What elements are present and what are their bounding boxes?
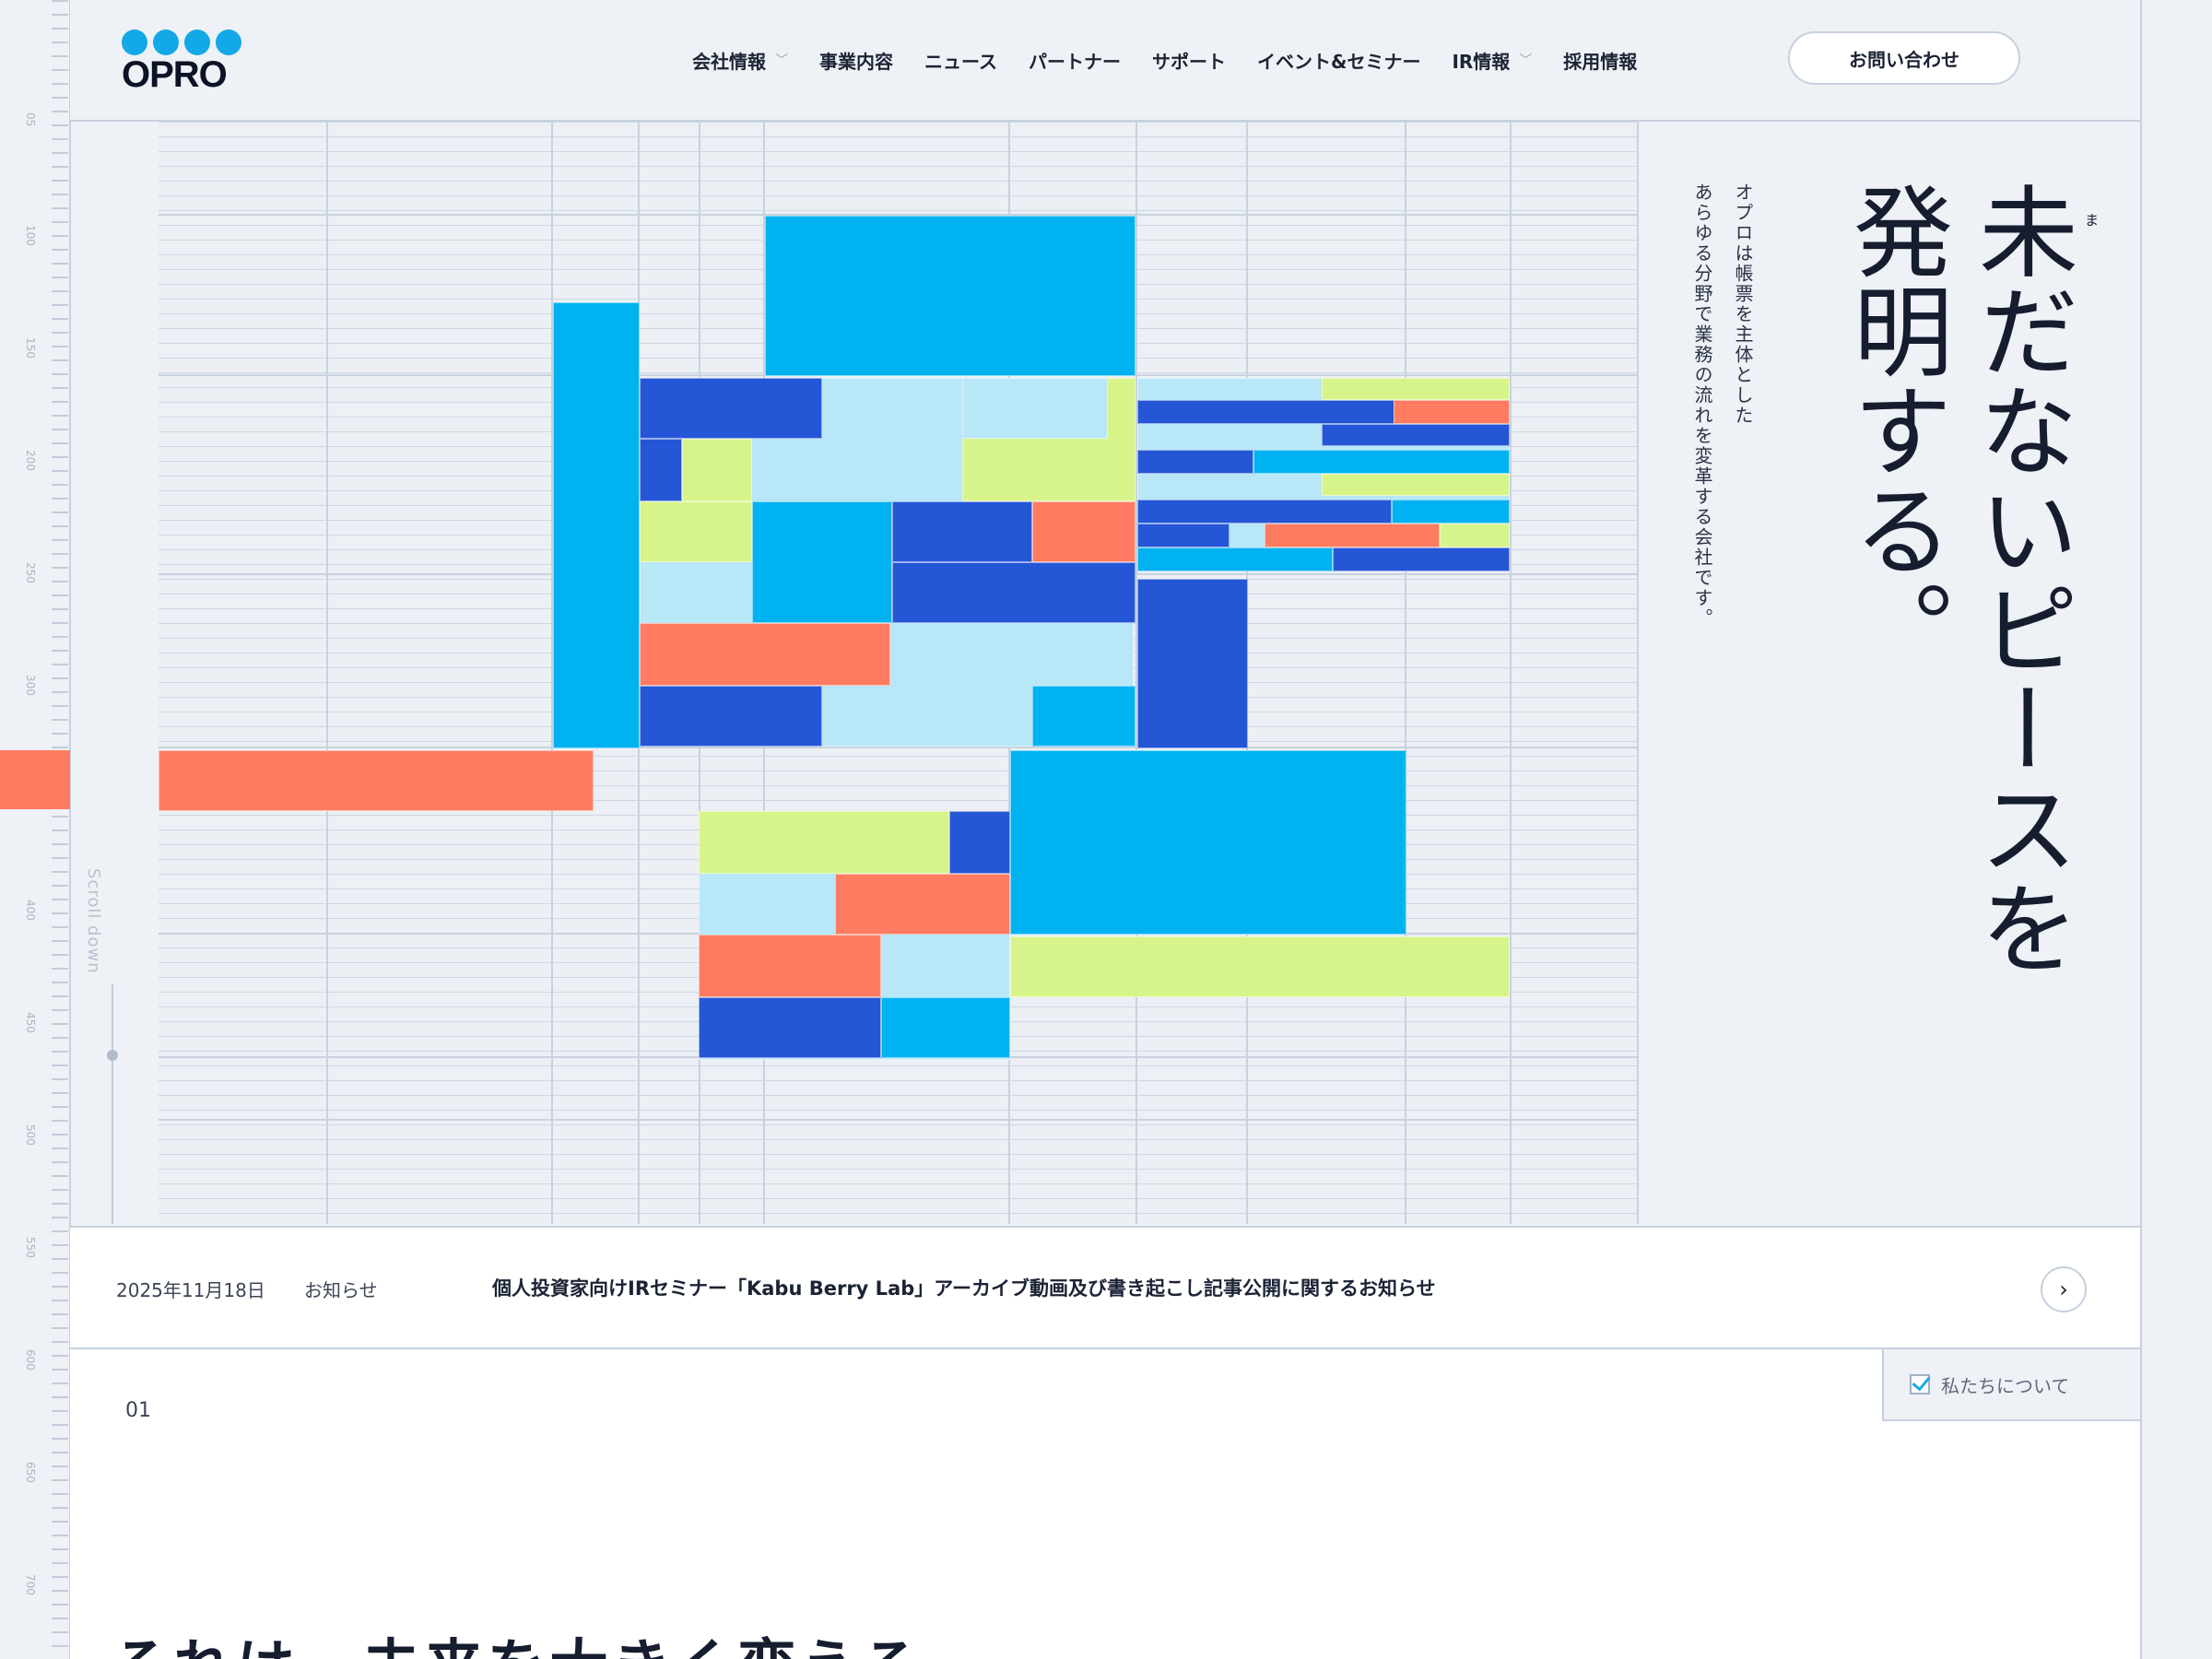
- piece-block: [640, 623, 890, 686]
- ruler-number: 150: [24, 337, 37, 359]
- piece-block: [640, 686, 822, 747]
- piece-block: [1394, 400, 1510, 424]
- piece-block: [640, 378, 822, 439]
- nav-label: 採用情報: [1563, 50, 1638, 73]
- ruler-number: 400: [24, 900, 37, 921]
- piece-block: [1440, 524, 1510, 547]
- piece-block: [682, 439, 752, 501]
- ruler-number: 250: [24, 562, 37, 583]
- about-us-tab[interactable]: 私たちについて: [1882, 1349, 2140, 1421]
- piece-block: [892, 501, 1032, 562]
- hero-artwork: [159, 122, 1639, 1224]
- piece-block: [892, 562, 1135, 623]
- hero-tagline-line1: 未だないピースを: [1962, 181, 2077, 977]
- ruler-number: 700: [24, 1574, 37, 1595]
- nav-item-ir[interactable]: IR情報 ﹀: [1452, 47, 1532, 74]
- nav-item-events[interactable]: イベント&セミナー: [1257, 47, 1420, 74]
- ruler-number: 05: [24, 112, 37, 127]
- piece-block: [159, 750, 594, 811]
- nav-label: パートナー: [1029, 50, 1121, 73]
- piece-block: [1253, 450, 1510, 474]
- section-heading: それは、未来を大きく変える: [111, 1620, 924, 1659]
- hero-subtext-line1: オプロは帳票を主体とした: [1732, 182, 1754, 426]
- nav-item-news[interactable]: ニュース: [924, 47, 997, 74]
- ruler-number: 550: [24, 1237, 37, 1258]
- checkbox-icon: [1910, 1374, 1930, 1394]
- piece-block: [765, 216, 1135, 376]
- piece-block: [1137, 547, 1333, 571]
- piece-block: [640, 501, 752, 562]
- piece-block: [1322, 424, 1510, 446]
- piece-block: [640, 439, 682, 501]
- chevron-right-icon[interactable]: ›: [2041, 1266, 2087, 1312]
- news-date: 2025年11月18日: [116, 1279, 265, 1301]
- nav-item-business[interactable]: 事業内容: [819, 47, 893, 74]
- hero-tagline-line2: 発明する。: [1837, 181, 1952, 678]
- piece-block: [1137, 579, 1248, 748]
- piece-block: [1322, 378, 1510, 400]
- site-header: OPRO 会社情報 ﹀ 事業内容 ニュース パートナー サポート イベント&セミ…: [70, 0, 2140, 122]
- piece-block: [1032, 501, 1135, 562]
- piece-block: [1265, 524, 1440, 547]
- about-us-tab-label: 私たちについて: [1941, 1374, 2070, 1397]
- ruler-number: 500: [24, 1124, 37, 1146]
- opro-logo[interactable]: OPRO: [122, 29, 241, 94]
- nav-item-recruit[interactable]: 採用情報: [1563, 47, 1637, 74]
- piece-block: [1392, 500, 1510, 524]
- logo-dots-icon: [122, 29, 241, 55]
- nav-label: サポート: [1152, 50, 1226, 73]
- grid-line: [1405, 122, 1406, 1224]
- news-category: お知らせ: [304, 1279, 378, 1301]
- logo-wordmark: OPRO: [122, 54, 228, 95]
- about-section: 01 私たちについて それは、未来を大きく変える: [70, 1349, 2140, 1659]
- grid-line: [159, 747, 1637, 748]
- nav-label: IR情報: [1452, 50, 1511, 73]
- ruler-number: 650: [24, 1462, 37, 1483]
- piece-block: [881, 997, 1010, 1058]
- piece-block: [1032, 686, 1135, 747]
- piece-block: [699, 997, 881, 1058]
- nav-label: 会社情報: [692, 50, 766, 73]
- ruler-position-marker: [0, 750, 70, 809]
- nav-label: イベント&セミナー: [1257, 50, 1421, 73]
- grid-line: [159, 1119, 1637, 1121]
- piece-block: [962, 378, 1108, 439]
- ruler-number: 600: [24, 1349, 37, 1371]
- tagline-ruby: ま: [2085, 212, 2100, 229]
- piece-block: [553, 302, 640, 748]
- ruler-number: 200: [24, 450, 37, 471]
- contact-button[interactable]: お問い合わせ: [1788, 31, 2020, 85]
- nav-label: 事業内容: [819, 50, 893, 73]
- piece-block: [1333, 547, 1510, 571]
- nav-item-support[interactable]: サポート: [1152, 47, 1226, 74]
- piece-block: [752, 501, 892, 623]
- chevron-down-icon: ﹀: [775, 53, 788, 68]
- grid-line: [326, 122, 328, 1224]
- news-bar[interactable]: 2025年11月18日 お知らせ 個人投資家向けIRセミナー「Kabu Berr…: [70, 1226, 2140, 1349]
- piece-block: [1137, 450, 1253, 474]
- piece-block: [1010, 936, 1510, 997]
- piece-block: [949, 811, 1010, 874]
- piece-block: [699, 935, 881, 997]
- section-number: 01: [125, 1399, 151, 1422]
- nav-item-company[interactable]: 会社情報 ﹀: [692, 47, 788, 74]
- nav-item-partner[interactable]: パートナー: [1029, 47, 1121, 74]
- ruler-number: 300: [24, 675, 37, 696]
- left-ruler: 0510015020025030035040045050055060065070…: [0, 0, 71, 1659]
- ruler-number: 100: [24, 225, 37, 246]
- nav-label: ニュース: [924, 50, 997, 73]
- piece-block: [1137, 524, 1230, 547]
- news-title-link[interactable]: 個人投資家向けIRセミナー「Kabu Berry Lab」アーカイブ動画及び書き…: [492, 1274, 1436, 1301]
- grid-line: [1510, 122, 1512, 1224]
- main-nav: 会社情報 ﹀ 事業内容 ニュース パートナー サポート イベント&セミナー IR…: [692, 0, 1668, 120]
- piece-block: [1010, 750, 1406, 935]
- ruler-number: 450: [24, 1012, 37, 1033]
- chevron-down-icon: ﹀: [1519, 53, 1533, 68]
- piece-block: [699, 811, 949, 874]
- piece-block: [1322, 474, 1510, 496]
- piece-block: [1137, 500, 1392, 524]
- hero-subtext-line2: あらゆる分野で業務の流れを変革する会社です。: [1691, 182, 1713, 629]
- piece-block: [835, 874, 1010, 935]
